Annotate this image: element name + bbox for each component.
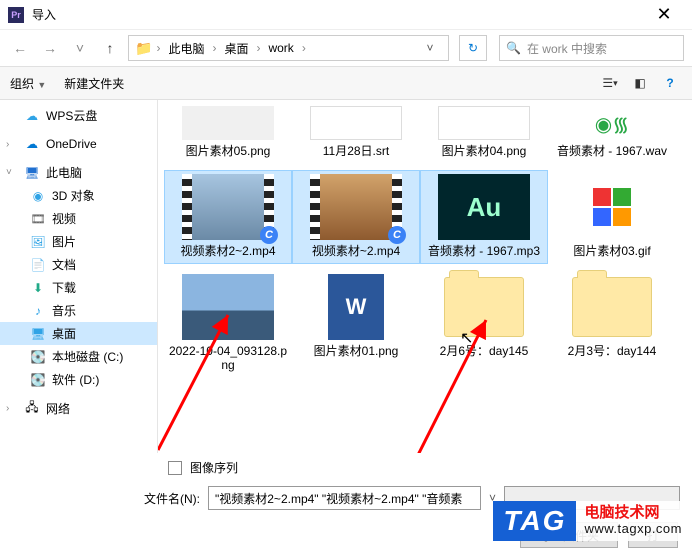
breadcrumb-seg[interactable]: 桌面 — [220, 38, 252, 59]
desktop-icon: 🖥 — [30, 326, 46, 342]
sidebar-item-pictures[interactable]: 🖼图片 — [0, 230, 157, 253]
sidebar-item-documents[interactable]: 📄文档 — [0, 253, 157, 276]
drive-icon: 💽 — [30, 372, 46, 388]
file-item[interactable]: W 图片素材01.png — [292, 270, 420, 378]
chevron-right-icon: › — [210, 41, 218, 55]
folder-icon — [444, 277, 524, 337]
onedrive-icon: ☁ — [24, 136, 40, 152]
image-sequence-checkbox[interactable] — [168, 461, 182, 475]
network-icon: 🖧 — [24, 401, 40, 417]
file-item[interactable]: 11月28日.srt — [292, 102, 420, 164]
cloud-icon: ☁ — [24, 108, 40, 124]
filename-label: 文件名(N): — [0, 490, 200, 507]
toolbar: 组织 ▼ 新建文件夹 ☰ ▾ ◧ ? — [0, 66, 692, 100]
nav-row: ← → ˅ ↑ 📁 › 此电脑 › 桌面 › work › ˅ ↻ 🔍 在 wo… — [0, 30, 692, 66]
sidebar-item-downloads[interactable]: ⬇下载 — [0, 276, 157, 299]
computer-icon: 🖥 — [24, 165, 40, 181]
sidebar-item-wps[interactable]: ☁WPS云盘 — [0, 104, 157, 127]
image-sequence-label: 图像序列 — [190, 459, 238, 476]
search-placeholder: 在 work 中搜索 — [527, 40, 607, 57]
c-badge-icon: C — [260, 226, 278, 244]
up-button[interactable]: ↑ — [98, 36, 122, 60]
watermark-cn: 电脑技术网 — [584, 505, 682, 521]
organize-menu[interactable]: 组织 ▼ — [10, 75, 46, 92]
music-icon: ♪ — [30, 303, 46, 319]
file-item[interactable]: C 视频素材~2.mp4 — [292, 170, 420, 264]
chevron-right-icon: › — [254, 41, 262, 55]
window-title: 导入 — [32, 6, 644, 23]
watermark-url: www.tagxp.com — [584, 521, 682, 537]
chevron-right-icon: › — [154, 41, 162, 55]
c-badge-icon: C — [388, 226, 406, 244]
breadcrumb-bar[interactable]: 📁 › 此电脑 › 桌面 › work › ˅ — [128, 35, 449, 61]
sidebar-item-videos[interactable]: 🎞视频 — [0, 207, 157, 230]
file-item[interactable]: 2022-10-04_093128.png — [164, 270, 292, 378]
image-sequence-row: 图像序列 — [0, 453, 692, 482]
chevron-down-icon: ▼ — [37, 80, 46, 90]
file-item[interactable]: 2月3号：day144 — [548, 270, 676, 378]
sidebar-item-music[interactable]: ♪音乐 — [0, 299, 157, 322]
cube-icon: ◉ — [30, 188, 46, 204]
file-grid: 图片素材05.png 11月28日.srt 图片素材04.png ◉᯾音频素材 … — [158, 100, 692, 453]
close-button[interactable]: ✕ — [644, 0, 684, 30]
forward-button[interactable]: → — [38, 36, 62, 60]
audition-icon: Au — [438, 174, 530, 240]
sidebar-item-thispc[interactable]: ˅🖥此电脑 — [0, 161, 157, 184]
folder-icon: 📁 — [135, 40, 152, 57]
sidebar-item-disk-c[interactable]: 💽本地磁盘 (C:) — [0, 345, 157, 368]
sidebar-item-network[interactable]: ›🖧网络 — [0, 397, 157, 420]
watermark-tag: TAG — [493, 501, 576, 541]
refresh-button[interactable]: ↻ — [459, 35, 487, 61]
sidebar-item-disk-d[interactable]: 💽软件 (D:) — [0, 368, 157, 391]
recent-dropdown[interactable]: ˅ — [68, 36, 92, 60]
view-mode-button[interactable]: ☰ ▾ — [598, 71, 622, 95]
breadcrumb-seg[interactable]: work — [264, 39, 297, 57]
path-dropdown-icon[interactable]: ˅ — [418, 36, 442, 60]
folder-icon — [572, 277, 652, 337]
picture-icon: 🖼 — [30, 234, 46, 250]
rss-icon: ◉᯾ — [595, 110, 629, 137]
filename-input[interactable] — [208, 486, 481, 510]
app-icon: Pr — [8, 7, 24, 23]
file-item[interactable]: 图片素材05.png — [164, 102, 292, 164]
office-icon — [593, 188, 631, 226]
film-icon: 🎞 — [30, 211, 46, 227]
sidebar-item-onedrive[interactable]: ›☁OneDrive — [0, 133, 157, 155]
drive-icon: 💽 — [30, 349, 46, 365]
chevron-right-icon: › — [300, 41, 308, 55]
sidebar-item-desktop[interactable]: 🖥桌面 — [0, 322, 157, 345]
word-icon: W — [328, 274, 384, 340]
back-button[interactable]: ← — [8, 36, 32, 60]
file-item[interactable]: Au 音频素材 - 1967.mp3 — [420, 170, 548, 264]
file-item[interactable]: 图片素材04.png — [420, 102, 548, 164]
search-icon: 🔍 — [506, 41, 521, 55]
sidebar: ☁WPS云盘 ›☁OneDrive ˅🖥此电脑 ◉3D 对象 🎞视频 🖼图片 📄… — [0, 100, 158, 453]
sidebar-item-3d[interactable]: ◉3D 对象 — [0, 184, 157, 207]
file-item[interactable]: ◉᯾音频素材 - 1967.wav — [548, 102, 676, 164]
body: ☁WPS云盘 ›☁OneDrive ˅🖥此电脑 ◉3D 对象 🎞视频 🖼图片 📄… — [0, 100, 692, 453]
download-icon: ⬇ — [30, 280, 46, 296]
file-item[interactable]: C 视频素材2~2.mp4 — [164, 170, 292, 264]
watermark: TAG 电脑技术网 www.tagxp.com — [493, 501, 690, 541]
help-button[interactable]: ? — [658, 71, 682, 95]
preview-pane-button[interactable]: ◧ — [628, 71, 652, 95]
file-item[interactable]: 2月6号：day145 — [420, 270, 548, 378]
new-folder-button[interactable]: 新建文件夹 — [64, 75, 124, 92]
document-icon: 📄 — [30, 257, 46, 273]
file-item[interactable]: 图片素材03.gif — [548, 170, 676, 264]
breadcrumb-seg[interactable]: 此电脑 — [164, 38, 208, 59]
search-input[interactable]: 🔍 在 work 中搜索 — [499, 35, 684, 61]
title-bar: Pr 导入 ✕ — [0, 0, 692, 30]
